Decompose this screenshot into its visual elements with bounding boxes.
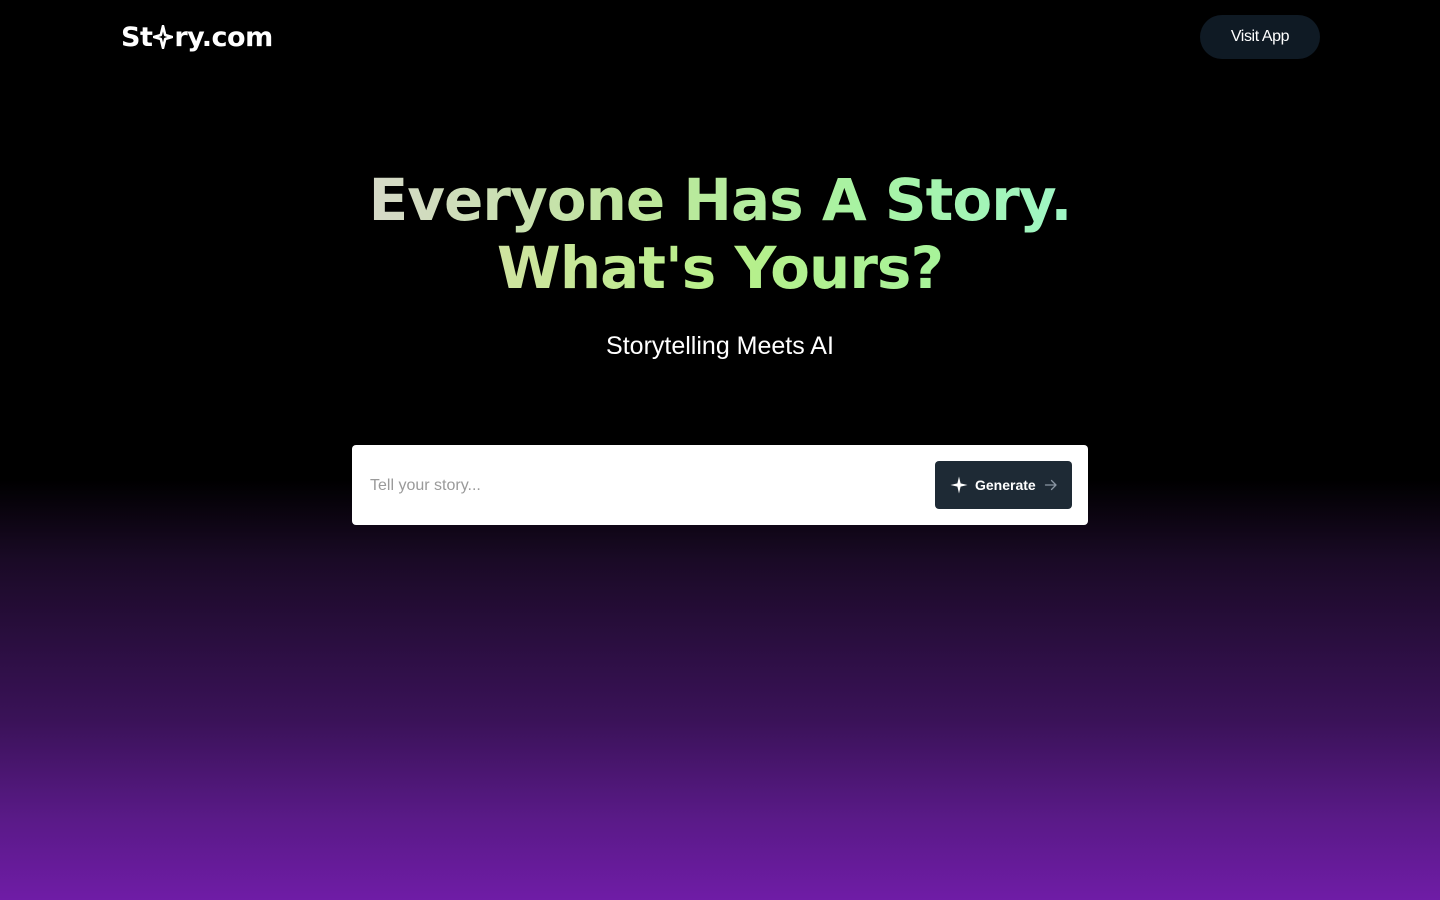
generate-button[interactable]: Generate <box>935 461 1072 509</box>
headline-line-2: What's Yours? <box>496 234 944 302</box>
arrow-right-icon <box>1044 479 1057 491</box>
logo-text-suffix: ry.com <box>174 21 273 53</box>
logo-star-icon <box>153 25 174 49</box>
hero-headline: Everyone Has A Story. What's Yours? <box>0 166 1440 302</box>
site-logo[interactable]: St ry.com <box>121 20 273 54</box>
hero-subtitle: Storytelling Meets AI <box>606 332 834 360</box>
sparkle-icon <box>950 476 968 494</box>
headline-line-1: Everyone Has A Story. <box>368 166 1073 234</box>
generate-button-label: Generate <box>975 477 1036 493</box>
visit-app-button[interactable]: Visit App <box>1200 15 1320 59</box>
logo-text-prefix: St <box>121 21 153 53</box>
story-input[interactable] <box>368 469 912 503</box>
story-prompt-box: Generate <box>352 445 1088 525</box>
